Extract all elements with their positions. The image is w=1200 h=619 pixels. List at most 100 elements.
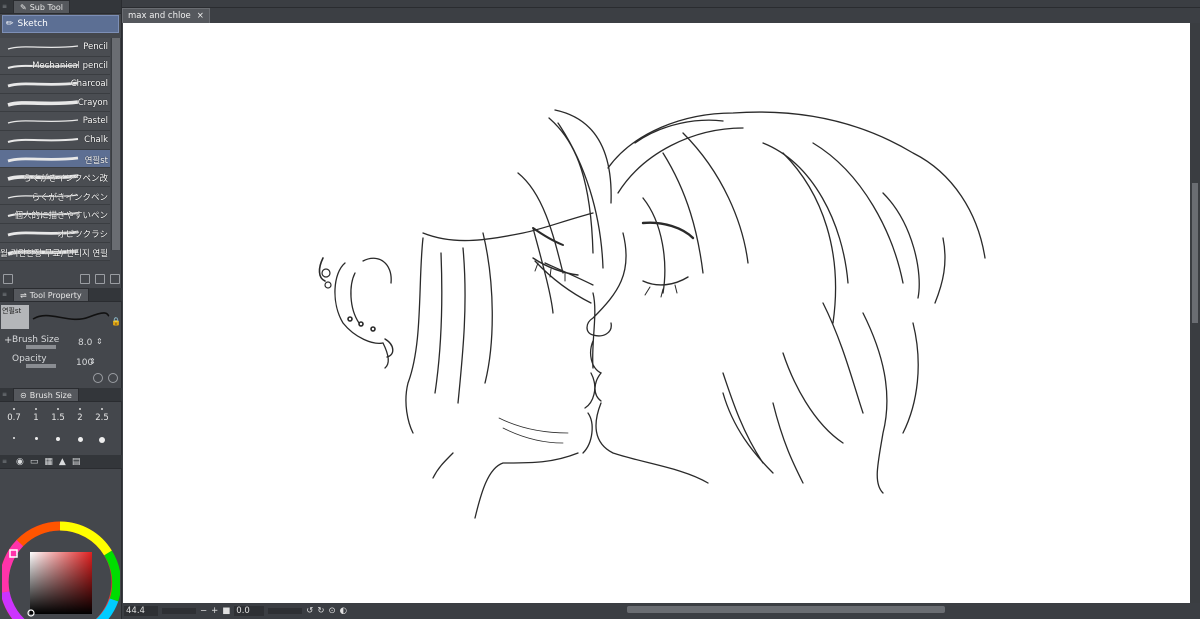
brush-size-preset[interactable] — [47, 430, 69, 452]
brush-size-property[interactable]: + Brush Size 8.0 ⇕ — [0, 333, 122, 353]
color-slider-tab-icon[interactable]: ▭ — [30, 457, 39, 467]
left-figure-sketch — [318, 109, 612, 519]
tab-brush-size[interactable]: ⊝ Brush Size — [13, 388, 79, 401]
brush-item[interactable]: らくがきインクペン — [0, 186, 110, 206]
approximate-color-tab-icon[interactable]: ▤ — [72, 457, 81, 467]
brush-item[interactable]: オビツクラシ — [0, 223, 110, 243]
zoom-out-icon[interactable]: − — [200, 606, 207, 616]
subtool-icon-row-left — [3, 272, 13, 286]
brush-item-label: 연필st — [84, 155, 108, 166]
stepper-icon[interactable]: ⇕ — [96, 337, 103, 346]
close-icon[interactable]: × — [197, 11, 204, 21]
brush-item-label: Charcoal — [70, 79, 108, 90]
brush-size-preset[interactable] — [3, 430, 25, 452]
brush-size-preset-label: 2.5 — [95, 413, 109, 423]
lock-icon[interactable]: 🔒 — [111, 317, 121, 329]
size-dot — [57, 408, 59, 410]
settings-icon[interactable] — [3, 274, 13, 284]
brush-size-preset-label: 1.5 — [51, 413, 65, 423]
fit-icon[interactable]: ■ — [222, 606, 230, 616]
trash-icon[interactable] — [110, 274, 120, 284]
new-subtool-icon[interactable] — [80, 274, 90, 284]
brush-size-panel-header: ≡ ⊝ Brush Size — [0, 388, 122, 402]
document-tab[interactable]: max and chloe × — [122, 8, 210, 23]
brush-size-preset[interactable] — [69, 430, 91, 452]
copy-subtool-icon[interactable] — [95, 274, 105, 284]
brush-item[interactable]: 연필st — [0, 149, 110, 169]
brush-size-preset[interactable]: 2.5 — [91, 406, 113, 428]
zoom-in-icon[interactable]: + — [211, 606, 218, 616]
brush-item[interactable]: Chalk — [0, 130, 110, 150]
intermediate-color-tab-icon[interactable]: ▲ — [59, 457, 66, 467]
brush-size-preset[interactable]: 1.5 — [47, 406, 69, 428]
rotate-right-icon[interactable]: ↻ — [317, 606, 324, 616]
brush-size-preset[interactable] — [25, 430, 47, 452]
search-icon[interactable] — [108, 373, 118, 383]
scrollbar-thumb[interactable] — [1192, 183, 1198, 323]
opacity-property[interactable]: Opacity 100 ⇕ — [0, 353, 122, 373]
brush-stroke-icon — [7, 45, 79, 50]
brush-item[interactable]: Pencil — [0, 38, 110, 57]
pencil-icon: ✏ — [6, 19, 14, 29]
brush-item[interactable]: Pastel — [0, 112, 110, 131]
brush-size-preset[interactable] — [91, 430, 113, 452]
brush-size-preset-label: 2 — [77, 413, 83, 423]
color-wheel-tab-icon[interactable]: ◉ — [16, 457, 24, 467]
scrollbar-thumb[interactable] — [112, 38, 120, 250]
brush-size-slider[interactable] — [26, 345, 56, 349]
rotation-slider[interactable] — [268, 608, 303, 614]
rotation-field[interactable]: 0.0 — [234, 606, 265, 616]
brush-size-icon: ⊝ — [20, 390, 27, 400]
size-dot — [35, 408, 37, 410]
brush-item-label: Chalk — [84, 134, 108, 145]
color-wheel[interactable] — [2, 520, 120, 619]
zoom-field[interactable]: 44.4 — [124, 606, 158, 616]
brush-size-value[interactable]: 8.0 — [78, 338, 92, 348]
brush-item[interactable]: Crayon — [0, 93, 110, 113]
size-dot — [101, 408, 103, 410]
grip-icon[interactable]: ≡ — [2, 290, 10, 300]
brush-stroke-preview — [32, 312, 110, 321]
stepper-icon[interactable]: ⇕ — [89, 357, 96, 366]
opacity-slider[interactable] — [26, 364, 56, 368]
canvas-horizontal-scrollbar[interactable] — [627, 606, 945, 613]
tool-preview-name: 연필st — [1, 305, 29, 329]
brush-item[interactable]: らくがきインクペン改 — [0, 168, 110, 187]
brush-size-preset[interactable]: 1 — [25, 406, 47, 428]
download-icon[interactable] — [93, 373, 103, 383]
flip-icon[interactable]: ◐ — [340, 606, 347, 616]
left-dock: ≡ ✎ Sub Tool ✏ Sketch Pencil Mechanical p… — [0, 0, 122, 619]
grip-icon[interactable]: ≡ — [2, 2, 10, 12]
brush-stroke-icon — [7, 119, 79, 124]
tool-property-icon-row — [93, 371, 118, 385]
brush-list-scrollbar[interactable] — [111, 38, 121, 250]
brush-item[interactable]: Mechanical pencil — [0, 56, 110, 76]
brush-item-label: らくがきインクペン — [31, 192, 108, 203]
brush-size-preset-label: 1 — [33, 413, 39, 423]
command-bar — [122, 0, 1200, 8]
canvas-area: max and chloe × 44.4 − + ■ 0.0 ↺ ↻ ⊙ ◐ — [122, 0, 1200, 619]
grip-icon[interactable]: ≡ — [2, 390, 10, 400]
tab-subtool[interactable]: ✎ Sub Tool — [13, 0, 71, 13]
brush-size-preset[interactable]: 0.7 — [3, 406, 25, 428]
canvas-vertical-scrollbar[interactable] — [1190, 23, 1200, 603]
tab-subtool-label: Sub Tool — [29, 2, 64, 12]
brush-item[interactable]: (3월 기간한정 무료) 빈티지 연필 — [0, 242, 110, 262]
size-dot — [79, 408, 81, 410]
brush-item[interactable]: Charcoal — [0, 75, 110, 94]
color-panel-header: ≡ ◉ ▭ ▦ ▲ ▤ — [0, 455, 122, 469]
rotate-left-icon[interactable]: ↺ — [306, 606, 313, 616]
drawing-canvas[interactable] — [123, 23, 1190, 603]
brush-item-label: Mechanical pencil — [32, 60, 108, 71]
color-set-tab-icon[interactable]: ▦ — [44, 457, 53, 467]
brush-size-preset[interactable]: 2 — [69, 406, 91, 428]
grip-icon[interactable]: ≡ — [2, 457, 10, 467]
size-dot — [77, 437, 83, 442]
zoom-slider[interactable] — [162, 608, 196, 614]
reset-rotation-icon[interactable]: ⊙ — [329, 606, 336, 616]
tab-tool-property[interactable]: ⇌ Tool Property — [13, 288, 89, 301]
size-dot — [13, 408, 15, 410]
subtool-group-selector[interactable]: ✏ Sketch — [2, 15, 119, 33]
brush-item[interactable]: 個人的に描きやすいペン — [0, 205, 110, 224]
status-bar: 44.4 − + ■ 0.0 ↺ ↻ ⊙ ◐ — [122, 603, 1200, 619]
